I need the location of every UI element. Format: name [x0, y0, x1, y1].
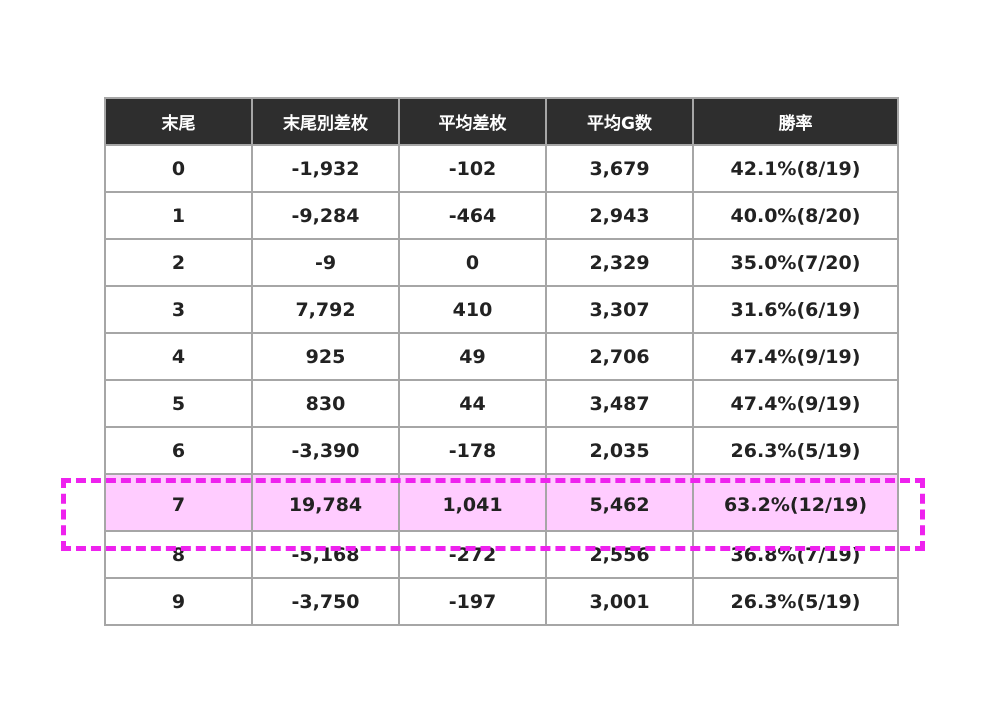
cell-total-diff: -1,932: [251, 144, 400, 193]
table-row: 0 -1,932 -102 3,679 42.1%(8/19): [104, 144, 899, 193]
cell-win-rate: 26.3%(5/19): [692, 426, 899, 475]
cell-avg-games: 5,462: [545, 473, 694, 532]
cell-total-diff: 7,792: [251, 285, 400, 334]
cell-total-diff: -9: [251, 238, 400, 287]
table-row: 1 -9,284 -464 2,943 40.0%(8/20): [104, 191, 899, 240]
cell-avg-games: 3,001: [545, 577, 694, 626]
cell-avg-games: 2,943: [545, 191, 694, 240]
cell-last-digit: 9: [104, 577, 253, 626]
cell-avg-diff: -102: [398, 144, 547, 193]
cell-last-digit: 8: [104, 530, 253, 579]
cell-win-rate: 36.8%(7/19): [692, 530, 899, 579]
cell-win-rate: 35.0%(7/20): [692, 238, 899, 287]
cell-avg-diff: -197: [398, 577, 547, 626]
cell-last-digit: 1: [104, 191, 253, 240]
cell-avg-diff: 44: [398, 379, 547, 428]
cell-total-diff: 19,784: [251, 473, 400, 532]
table-row: 3 7,792 410 3,307 31.6%(6/19): [104, 285, 899, 334]
cell-total-diff: 830: [251, 379, 400, 428]
table-row: 8 -5,168 -272 2,556 36.8%(7/19): [104, 530, 899, 579]
table-body: 0 -1,932 -102 3,679 42.1%(8/19) 1 -9,284…: [104, 144, 899, 626]
table-row: 2 -9 0 2,329 35.0%(7/20): [104, 238, 899, 287]
cell-avg-diff: 1,041: [398, 473, 547, 532]
cell-avg-diff: 0: [398, 238, 547, 287]
cell-last-digit: 0: [104, 144, 253, 193]
cell-avg-diff: -464: [398, 191, 547, 240]
cell-total-diff: -3,390: [251, 426, 400, 475]
cell-avg-games: 2,329: [545, 238, 694, 287]
cell-win-rate: 63.2%(12/19): [692, 473, 899, 532]
cell-win-rate: 47.4%(9/19): [692, 332, 899, 381]
cell-win-rate: 26.3%(5/19): [692, 577, 899, 626]
cell-avg-diff: -272: [398, 530, 547, 579]
cell-win-rate: 42.1%(8/19): [692, 144, 899, 193]
cell-total-diff: -9,284: [251, 191, 400, 240]
cell-win-rate: 40.0%(8/20): [692, 191, 899, 240]
cell-avg-games: 3,679: [545, 144, 694, 193]
cell-last-digit: 6: [104, 426, 253, 475]
cell-total-diff: -5,168: [251, 530, 400, 579]
cell-avg-games: 2,035: [545, 426, 694, 475]
header-win-rate: 勝率: [692, 97, 899, 146]
table-row: 5 830 44 3,487 47.4%(9/19): [104, 379, 899, 428]
table-row: 6 -3,390 -178 2,035 26.3%(5/19): [104, 426, 899, 475]
cell-avg-diff: 49: [398, 332, 547, 381]
cell-avg-games: 2,706: [545, 332, 694, 381]
cell-avg-diff: -178: [398, 426, 547, 475]
digit-stats-table: 末尾 末尾別差枚 平均差枚 平均G数 勝率 0 -1,932 -102 3,67…: [104, 97, 899, 626]
header-row: 末尾 末尾別差枚 平均差枚 平均G数 勝率: [104, 97, 899, 146]
cell-last-digit: 7: [104, 473, 253, 532]
header-total-diff: 末尾別差枚: [251, 97, 400, 146]
cell-avg-games: 2,556: [545, 530, 694, 579]
cell-win-rate: 47.4%(9/19): [692, 379, 899, 428]
cell-last-digit: 2: [104, 238, 253, 287]
cell-last-digit: 4: [104, 332, 253, 381]
header-avg-games: 平均G数: [545, 97, 694, 146]
header-avg-diff: 平均差枚: [398, 97, 547, 146]
cell-last-digit: 3: [104, 285, 253, 334]
cell-avg-games: 3,487: [545, 379, 694, 428]
table-row: 9 -3,750 -197 3,001 26.3%(5/19): [104, 577, 899, 626]
cell-avg-diff: 410: [398, 285, 547, 334]
cell-avg-games: 3,307: [545, 285, 694, 334]
header-last-digit: 末尾: [104, 97, 253, 146]
table-row: 4 925 49 2,706 47.4%(9/19): [104, 332, 899, 381]
cell-total-diff: -3,750: [251, 577, 400, 626]
highlighted-row: 7 19,784 1,041 5,462 63.2%(12/19): [104, 473, 899, 532]
cell-win-rate: 31.6%(6/19): [692, 285, 899, 334]
cell-last-digit: 5: [104, 379, 253, 428]
table-header: 末尾 末尾別差枚 平均差枚 平均G数 勝率: [104, 97, 899, 146]
cell-total-diff: 925: [251, 332, 400, 381]
